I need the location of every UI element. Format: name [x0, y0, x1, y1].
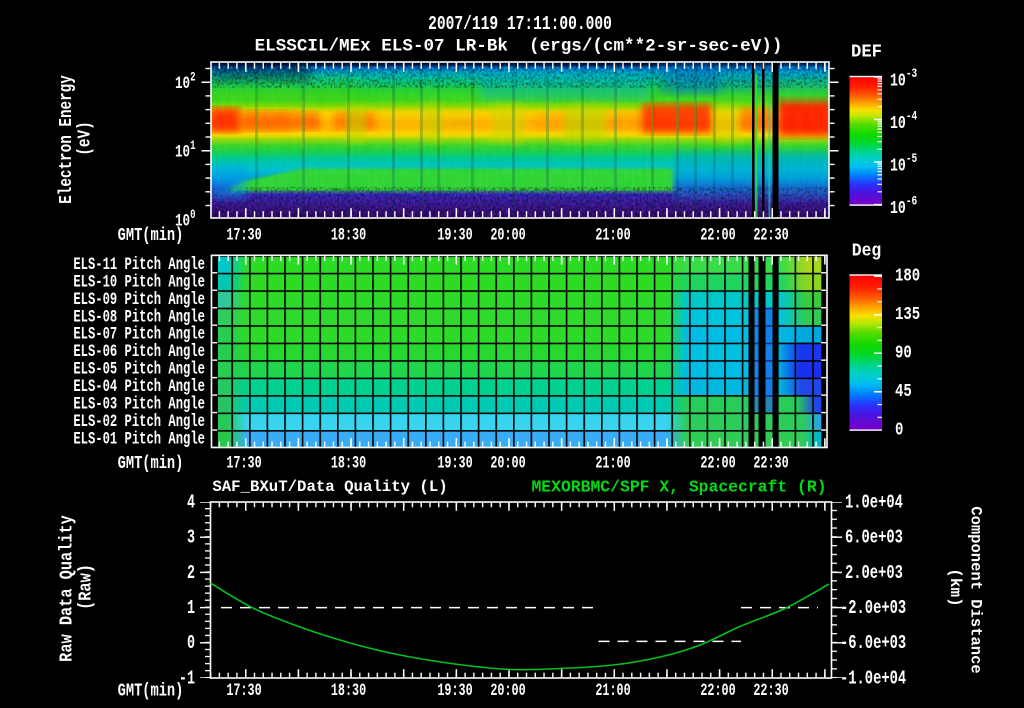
svg-text:SAF_BXuT/Data Quality (L): SAF_BXuT/Data Quality (L) [212, 478, 447, 496]
svg-text:(Raw): (Raw) [76, 564, 97, 610]
svg-text:22:30: 22:30 [753, 452, 788, 473]
svg-text:21:00: 21:00 [595, 680, 630, 701]
svg-text:ELSSCIL/MEx ELS-07 LR-Bk (erg: ELSSCIL/MEx ELS-07 LR-Bk (ergs/(cm**2-sr… [255, 36, 783, 56]
svg-text:ELS-10 Pitch Angle: ELS-10 Pitch Angle [73, 274, 205, 292]
svg-text:ELS-04 Pitch Angle: ELS-04 Pitch Angle [73, 379, 205, 397]
svg-text:180: 180 [895, 265, 920, 286]
svg-text:ELS-06 Pitch Angle: ELS-06 Pitch Angle [73, 344, 205, 362]
svg-text:0: 0 [895, 419, 903, 440]
svg-text:1: 1 [187, 598, 195, 620]
svg-text:Raw Data Quality: Raw Data Quality [57, 515, 78, 662]
svg-text:GMT(min): GMT(min) [118, 681, 184, 701]
svg-text:21:00: 21:00 [595, 224, 630, 245]
svg-text:22:30: 22:30 [753, 680, 788, 701]
svg-text:20:00: 20:00 [490, 224, 525, 245]
svg-text:22:00: 22:00 [700, 680, 735, 701]
svg-text:3: 3 [187, 527, 195, 549]
svg-text:45: 45 [895, 380, 912, 401]
svg-text:2: 2 [187, 563, 195, 585]
svg-text:Component Distance: Component Distance [966, 506, 984, 673]
svg-text:-6.0e+03: -6.0e+03 [840, 633, 906, 655]
svg-text:135: 135 [895, 303, 920, 324]
svg-text:ELS-02 Pitch Angle: ELS-02 Pitch Angle [73, 413, 205, 431]
svg-text:ELS-05 Pitch Angle: ELS-05 Pitch Angle [73, 361, 205, 379]
svg-text:6.0e+03: 6.0e+03 [845, 528, 903, 550]
svg-text:Deg: Deg [852, 242, 881, 262]
svg-text:20:00: 20:00 [490, 680, 525, 701]
svg-text:17:30: 17:30 [226, 224, 261, 245]
svg-text:2.0e+03: 2.0e+03 [845, 563, 903, 585]
svg-text:ELS-01 Pitch Angle: ELS-01 Pitch Angle [73, 431, 205, 449]
svg-text:19:30: 19:30 [437, 452, 472, 473]
svg-text:19:30: 19:30 [437, 224, 472, 245]
svg-text:90: 90 [895, 342, 912, 363]
svg-text:-1.0e+04: -1.0e+04 [840, 668, 906, 690]
svg-text:20:00: 20:00 [490, 452, 525, 473]
svg-text:17:30: 17:30 [226, 452, 261, 473]
svg-text:22:00: 22:00 [700, 224, 735, 245]
svg-text:4: 4 [187, 492, 195, 514]
svg-text:-2.0e+03: -2.0e+03 [840, 598, 906, 620]
svg-text:DEF: DEF [851, 42, 882, 63]
svg-text:22:30: 22:30 [753, 224, 788, 245]
svg-text:22:00: 22:00 [700, 452, 735, 473]
svg-text:MEXORBMC/SPF X, Spacecraft (R): MEXORBMC/SPF X, Spacecraft (R) [531, 477, 826, 496]
svg-text:0: 0 [187, 633, 195, 655]
svg-text:ELS-07 Pitch Angle: ELS-07 Pitch Angle [73, 326, 205, 344]
svg-text:ELS-08 Pitch Angle: ELS-08 Pitch Angle [73, 309, 205, 327]
svg-text:2007/119 17:11:00.000: 2007/119 17:11:00.000 [428, 14, 612, 35]
svg-text:18:30: 18:30 [331, 452, 366, 473]
svg-text:21:00: 21:00 [595, 452, 630, 473]
svg-text:ELS-11 Pitch Angle: ELS-11 Pitch Angle [73, 256, 205, 274]
svg-text:ELS-03 Pitch Angle: ELS-03 Pitch Angle [73, 396, 205, 414]
svg-text:GMT(min): GMT(min) [118, 453, 184, 473]
svg-text:ELS-09 Pitch Angle: ELS-09 Pitch Angle [73, 291, 205, 309]
svg-text:GMT(min): GMT(min) [118, 225, 184, 245]
svg-text:(km): (km) [946, 568, 964, 606]
svg-text:18:30: 18:30 [331, 224, 366, 245]
svg-text:1.0e+04: 1.0e+04 [845, 492, 903, 514]
svg-text:18:30: 18:30 [331, 680, 366, 701]
svg-text:19:30: 19:30 [437, 680, 472, 701]
svg-text:(eV): (eV) [74, 121, 95, 155]
svg-text:17:30: 17:30 [226, 680, 261, 701]
